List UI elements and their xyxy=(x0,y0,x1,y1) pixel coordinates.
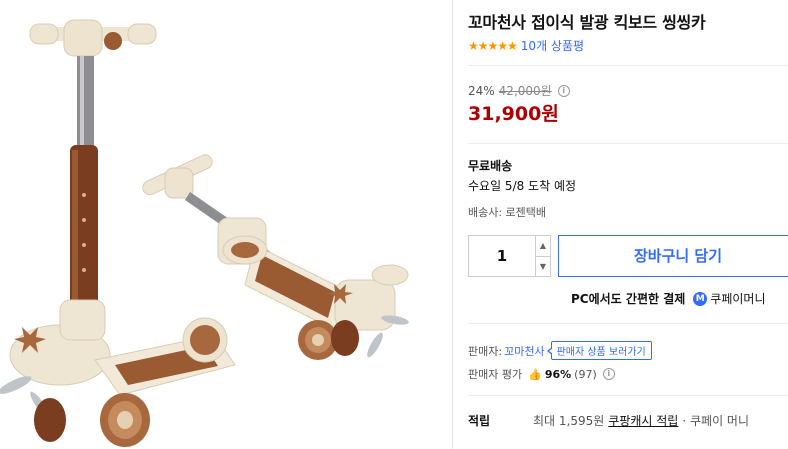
coupay-m-icon: M xyxy=(693,291,708,306)
seller-products-button[interactable]: 판매자 상품 보러가기 xyxy=(546,341,652,360)
payment-row: PC에서도 간편한 결제 M 쿠페이머니 xyxy=(571,290,765,307)
product-title: 꼬마천사 접이식 발광 킥보드 씽씽카 xyxy=(468,13,706,32)
thumbs-up-icon: 👍 xyxy=(528,367,542,381)
panel-divider xyxy=(452,0,453,449)
reward-more: · 쿠페이 머니 xyxy=(682,414,750,428)
seller-rating-label: 판매자 평가 xyxy=(468,368,523,381)
discount-row: 24% 42,000원 i xyxy=(468,82,570,99)
seller-name-link[interactable]: 꼬마천사 xyxy=(504,343,544,359)
chevron-up-icon[interactable]: ▲ xyxy=(536,236,550,256)
reward-amount: 최대 1,595원 xyxy=(533,414,605,428)
product-rating: ★★★★★ 10개 상품평 xyxy=(468,37,584,54)
quantity-input[interactable] xyxy=(469,236,535,276)
quantity-stepper: ▲ ▼ xyxy=(468,235,551,277)
seller-rating-count: (97) xyxy=(574,367,597,381)
chevron-down-icon[interactable]: ▼ xyxy=(536,255,550,277)
payment-text: PC에서도 간편한 결제 xyxy=(571,292,686,306)
divider xyxy=(468,323,788,324)
divider xyxy=(468,143,788,144)
seller-row: 판매자: 꼬마천사 판매자 상품 보러가기 xyxy=(468,341,652,360)
original-price: 42,000원 xyxy=(498,84,552,98)
seller-rating-row: 판매자 평가 👍 96% (97) i xyxy=(468,366,615,382)
stepper-buttons: ▲ ▼ xyxy=(535,236,550,276)
scooter-front xyxy=(0,19,236,447)
arrival-date: 수요일 5/8 도착 예정 xyxy=(468,179,577,193)
info-icon[interactable]: i xyxy=(557,84,570,97)
seller-label: 판매자: xyxy=(468,344,503,358)
coupay-brand: 쿠페이머니 xyxy=(710,292,766,306)
seller-rating-percent: 96% xyxy=(544,367,572,381)
info-icon[interactable]: i xyxy=(602,368,615,380)
kick-scooter-illustration xyxy=(0,19,409,447)
rating-stars-icon: ★★★★★ xyxy=(468,38,518,53)
sale-price: 31,900원 xyxy=(468,103,559,125)
shipping-label: 무료배송 xyxy=(468,159,513,173)
product-info-panel: 꼬마천사 접이식 발광 킥보드 씽씽카 ★★★★★ 10개 상품평 24% 42… xyxy=(468,0,788,449)
coupang-cash-link[interactable]: 쿠팡캐시 적립 xyxy=(608,412,678,429)
reward-row: 적립 최대 1,595원 쿠팡캐시 적립 · 쿠페이 머니 xyxy=(468,412,788,429)
add-to-cart-button[interactable]: 장바구니 담기 xyxy=(558,235,788,277)
scooter-back xyxy=(142,154,409,360)
discount-rate: 24% xyxy=(468,83,495,98)
review-count-link[interactable]: 10개 상품평 xyxy=(521,37,584,54)
carrier-text: 배송사: 로젠택배 xyxy=(468,206,547,219)
divider xyxy=(468,65,788,66)
divider xyxy=(468,395,788,396)
reward-label: 적립 xyxy=(468,414,491,428)
product-image xyxy=(0,0,450,449)
